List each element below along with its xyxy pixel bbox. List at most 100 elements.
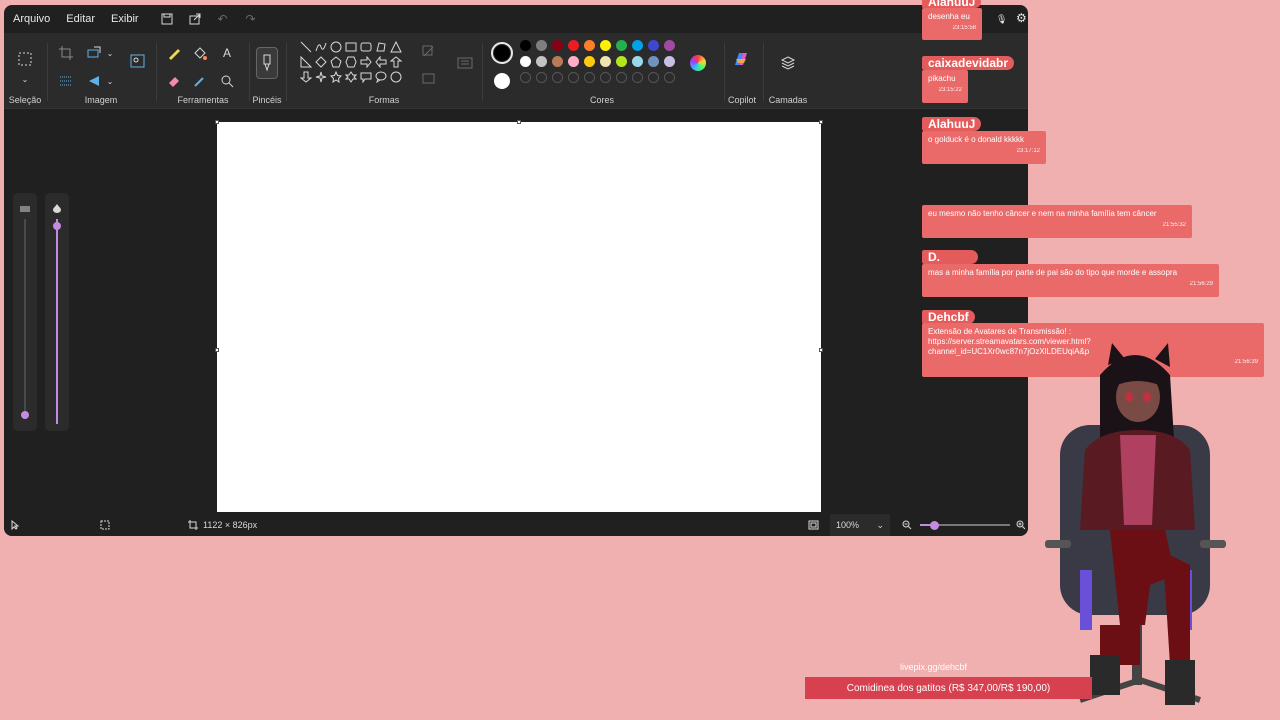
fill-style-icon[interactable] [419, 69, 439, 89]
select-all-icon[interactable] [56, 71, 76, 91]
color-swatch[interactable] [600, 40, 611, 51]
down-arrow-shape-icon[interactable] [299, 70, 313, 84]
custom-color-slot[interactable] [600, 72, 611, 83]
line-shape-icon[interactable] [299, 40, 313, 54]
resize-handle[interactable] [517, 120, 521, 124]
right-triangle-shape-icon[interactable] [299, 55, 313, 69]
chevron-down-icon[interactable]: ⌄ [100, 71, 120, 91]
fill-icon[interactable] [190, 43, 210, 63]
menu-file[interactable]: Arquivo [5, 5, 58, 33]
color-picker-icon[interactable] [190, 71, 210, 91]
color-swatch[interactable] [632, 40, 643, 51]
primary-color-swatch[interactable] [491, 42, 513, 64]
outline-icon[interactable] [419, 41, 439, 61]
custom-color-slot[interactable] [664, 72, 675, 83]
color-swatch[interactable] [520, 40, 531, 51]
rectangle-shape-icon[interactable] [344, 40, 358, 54]
rect-callout-shape-icon[interactable] [359, 70, 373, 84]
custom-color-slot[interactable] [536, 72, 547, 83]
image-search-icon[interactable] [128, 51, 148, 71]
color-swatch[interactable] [568, 40, 579, 51]
magnifier-icon[interactable] [217, 71, 237, 91]
drawing-canvas[interactable] [217, 122, 821, 512]
color-wheel-icon[interactable] [690, 55, 706, 71]
slider-thumb[interactable] [21, 411, 29, 419]
chat-username: Dehcbf [922, 310, 975, 324]
color-swatch[interactable] [536, 56, 547, 67]
color-swatch[interactable] [568, 56, 579, 67]
chevron-down-icon[interactable]: ⌄ [100, 43, 120, 63]
color-swatch[interactable] [536, 40, 547, 51]
custom-color-slot[interactable] [616, 72, 627, 83]
oval-shape-icon[interactable] [329, 40, 343, 54]
triangle-shape-icon[interactable] [389, 40, 403, 54]
color-swatch[interactable] [616, 56, 627, 67]
color-swatch[interactable] [648, 56, 659, 67]
custom-color-slot[interactable] [632, 72, 643, 83]
redo-icon[interactable]: ↷ [237, 5, 265, 33]
five-point-star-shape-icon[interactable] [329, 70, 343, 84]
color-swatch[interactable] [584, 40, 595, 51]
chat-username: D. Angel Studios [922, 250, 978, 292]
color-swatch[interactable] [552, 40, 563, 51]
color-swatch[interactable] [584, 56, 595, 67]
custom-color-slot[interactable] [552, 72, 563, 83]
resize-handle[interactable] [819, 348, 823, 352]
color-swatch[interactable] [648, 40, 659, 51]
four-point-star-shape-icon[interactable] [314, 70, 328, 84]
pentagon-shape-icon[interactable] [329, 55, 343, 69]
right-arrow-shape-icon[interactable] [359, 55, 373, 69]
layers-icon[interactable] [778, 53, 798, 73]
selection-size-icon [100, 514, 110, 536]
brush-size-slider[interactable] [13, 193, 37, 431]
color-swatch[interactable] [632, 56, 643, 67]
color-swatch[interactable] [664, 40, 675, 51]
oval-callout-shape-icon[interactable] [374, 70, 388, 84]
crop-icon[interactable] [56, 43, 76, 63]
up-arrow-shape-icon[interactable] [389, 55, 403, 69]
custom-color-slot[interactable] [584, 72, 595, 83]
hexagon-shape-icon[interactable] [344, 55, 358, 69]
color-swatch[interactable] [600, 56, 611, 67]
custom-color-slot[interactable] [520, 72, 531, 83]
brush-icon[interactable] [256, 47, 278, 79]
color-swatch[interactable] [520, 56, 531, 67]
left-arrow-shape-icon[interactable] [374, 55, 388, 69]
cloud-callout-shape-icon[interactable] [389, 70, 403, 84]
save-icon[interactable] [153, 5, 181, 33]
eraser-icon[interactable] [164, 71, 184, 91]
color-swatch[interactable] [616, 40, 627, 51]
resize-handle[interactable] [215, 348, 219, 352]
custom-color-slot[interactable] [568, 72, 579, 83]
opacity-slider[interactable] [45, 193, 69, 431]
undo-icon[interactable]: ↶ [209, 5, 237, 33]
resize-handle[interactable] [215, 120, 219, 124]
polygon-shape-icon[interactable] [374, 40, 388, 54]
copilot-icon[interactable] [732, 51, 750, 69]
select-rectangle-icon[interactable] [15, 49, 35, 69]
color-swatch[interactable] [552, 56, 563, 67]
menu-view[interactable]: Exibir [103, 5, 147, 33]
slider-thumb[interactable] [53, 222, 61, 230]
custom-color-slot[interactable] [648, 72, 659, 83]
diamond-shape-icon[interactable] [314, 55, 328, 69]
curve-shape-icon[interactable] [314, 40, 328, 54]
text-icon[interactable]: A [217, 43, 237, 63]
secondary-color-swatch[interactable] [494, 73, 510, 89]
resize-handle[interactable] [819, 120, 823, 124]
six-point-star-shape-icon[interactable] [344, 70, 358, 84]
chevron-down-icon[interactable]: ⌄ [15, 69, 35, 89]
zoom-slider-thumb[interactable] [930, 521, 939, 530]
zoom-in-icon[interactable] [1016, 514, 1026, 536]
menu-edit[interactable]: Editar [58, 5, 103, 33]
zoom-slider[interactable] [920, 514, 1010, 536]
shape-thickness-icon[interactable] [455, 53, 475, 73]
chat-text: o golduck é o donald kkkkk [928, 135, 1025, 144]
color-swatch[interactable] [664, 56, 675, 67]
zoom-out-icon[interactable] [902, 514, 912, 536]
share-icon[interactable] [181, 5, 209, 33]
zoom-select[interactable]: 100% ⌄ [830, 514, 890, 536]
fit-to-window-icon[interactable] [808, 514, 819, 536]
rounded-rectangle-shape-icon[interactable] [359, 40, 373, 54]
pencil-icon[interactable] [164, 43, 184, 63]
